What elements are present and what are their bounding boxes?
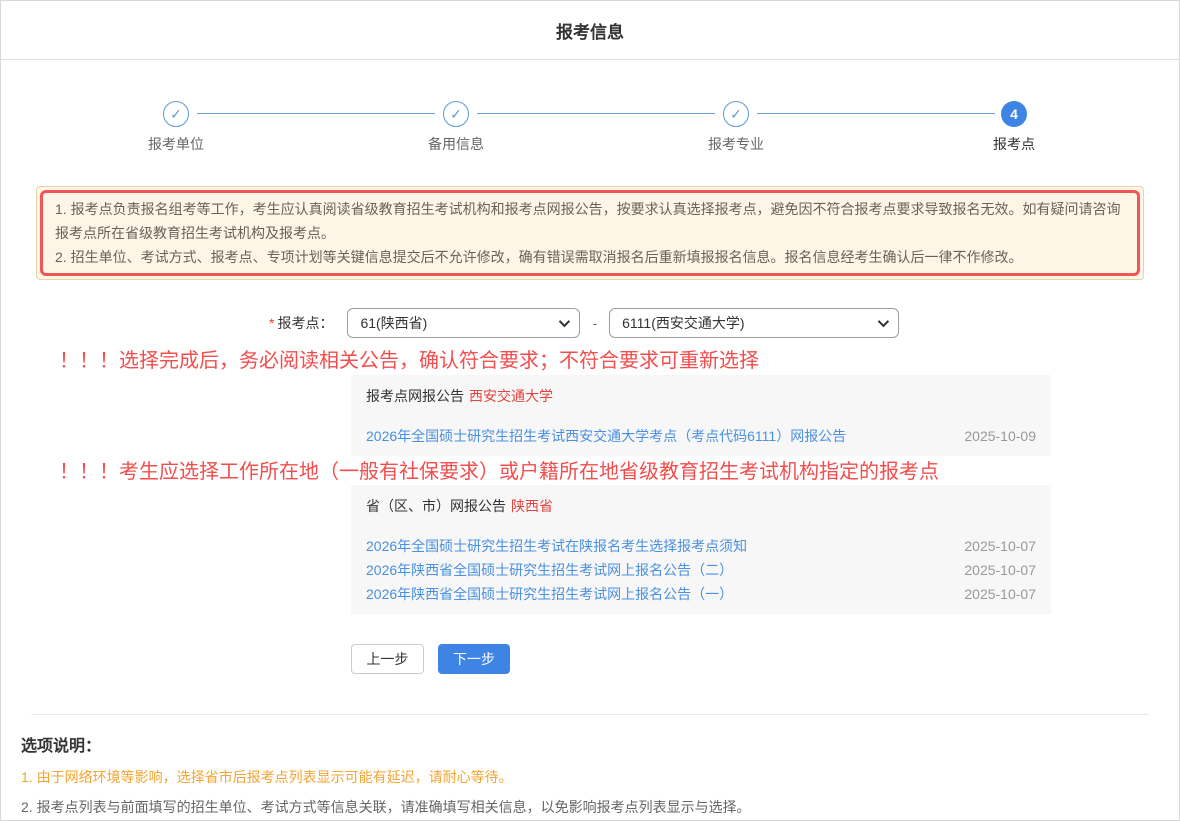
wizard-buttons: 上一步 下一步: [351, 644, 1179, 674]
exam-site-value: 6111(西安交通大学): [622, 313, 744, 333]
announcement-link[interactable]: 2026年全国硕士研究生招生考试西安交通大学考点（考点代码6111）网报公告: [366, 426, 846, 446]
step-2-circle: ✓: [443, 101, 469, 127]
step-3-circle: ✓: [723, 101, 749, 127]
required-mark: *: [269, 315, 274, 331]
select-separator: -: [592, 315, 597, 331]
province-announcement-panel: 省（区、市）网报公告 陕西省 2026年全国硕士研究生招生考试在陕报名考生选择报…: [351, 485, 1051, 614]
options-explanation-section: 选项说明： 1. 由于网络环境等影响，选择省市后报考点列表显示可能有延迟，请耐心…: [1, 715, 1179, 816]
wizard-stepper: ✓ ✓ ✓ 4 报考单位 备用信息 报考专业 报考点: [1, 101, 1179, 156]
notice-line-2: 2. 招生单位、考试方式、报考点、专项计划等关键信息提交后不允许修改，确有错误需…: [55, 245, 1125, 269]
exam-site-province-select[interactable]: 61(陕西省): [347, 308, 580, 338]
options-note-1: 1. 由于网络环境等影响，选择省市后报考点列表显示可能有延迟，请耐心等待。: [21, 768, 1159, 786]
check-icon: ✓: [450, 106, 462, 123]
announcement-date: 2025-10-07: [964, 586, 1036, 602]
step-label-application-major: 报考专业: [708, 134, 764, 154]
site-panel-header: 报考点网报公告 西安交通大学: [366, 384, 1036, 406]
step-connector-line: [757, 113, 995, 114]
page-header: 报考信息: [1, 1, 1179, 60]
site-panel-org: 西安交通大学: [469, 386, 553, 406]
announcement-date: 2025-10-07: [964, 538, 1036, 554]
step-label-application-unit: 报考单位: [148, 134, 204, 154]
exam-site-province-value: 61(陕西省): [360, 313, 427, 333]
announcement-link[interactable]: 2026年陕西省全国硕士研究生招生考试网上报名公告（一）: [366, 584, 733, 604]
exam-site-field-label: 报考点：: [277, 313, 333, 333]
warning-read-announcements: ！！！选择完成后，务必阅读相关公告，确认符合要求；不符合要求可重新选择: [59, 350, 1179, 373]
step-connector-line: [477, 113, 715, 114]
check-icon: ✓: [730, 106, 742, 123]
chevron-down-icon: [878, 316, 889, 327]
site-announcement-panel: 报考点网报公告 西安交通大学 2026年全国硕士研究生招生考试西安交通大学考点（…: [351, 375, 1051, 456]
step-4-number: 4: [1010, 106, 1018, 122]
step-label-backup-info: 备用信息: [428, 134, 484, 154]
notice-line-1: 1. 报考点负责报名组考等工作，考生应认真阅读省级教育招生考试机构和报考点网报公…: [55, 197, 1125, 245]
options-explanation-title: 选项说明：: [21, 732, 1159, 756]
announcement-row: 2026年陕西省全国硕士研究生招生考试网上报名公告（一） 2025-10-07: [366, 582, 1036, 606]
step-4-circle: 4: [1001, 101, 1027, 127]
exam-site-form-row: * 报考点： 61(陕西省) - 6111(西安交通大学): [269, 308, 1179, 338]
step-label-exam-site: 报考点: [993, 134, 1035, 154]
announcement-date: 2025-10-07: [964, 562, 1036, 578]
province-panel-header: 省（区、市）网报公告 陕西省: [366, 494, 1036, 516]
announcement-row: 2026年陕西省全国硕士研究生招生考试网上报名公告（二） 2025-10-07: [366, 558, 1036, 582]
province-panel-org: 陕西省: [511, 496, 553, 516]
check-icon: ✓: [170, 106, 182, 123]
important-notice-box: 1. 报考点负责报名组考等工作，考生应认真阅读省级教育招生考试机构和报考点网报公…: [36, 186, 1144, 280]
options-note-2: 2. 报考点列表与前面填写的招生单位、考试方式等信息关联，请准确填写相关信息，以…: [21, 798, 1159, 816]
announcement-row: 2026年全国硕士研究生招生考试西安交通大学考点（考点代码6111）网报公告 2…: [366, 424, 1036, 448]
step-1-circle: ✓: [163, 101, 189, 127]
important-notice-red-frame: 1. 报考点负责报名组考等工作，考生应认真阅读省级教育招生考试机构和报考点网报公…: [40, 190, 1140, 276]
announcement-link[interactable]: 2026年陕西省全国硕士研究生招生考试网上报名公告（二）: [366, 560, 733, 580]
exam-site-select[interactable]: 6111(西安交通大学): [609, 308, 899, 338]
step-connector-line: [197, 113, 435, 114]
chevron-down-icon: [559, 316, 570, 327]
site-panel-title: 报考点网报公告: [366, 386, 464, 406]
announcement-date: 2025-10-09: [964, 428, 1036, 444]
page-title: 报考信息: [556, 18, 624, 43]
next-step-button[interactable]: 下一步: [438, 644, 510, 674]
announcement-link[interactable]: 2026年全国硕士研究生招生考试在陕报名考生选择报考点须知: [366, 536, 747, 556]
warning-choose-correct-site: ！！！考生应选择工作所在地（一般有社保要求）或户籍所在地省级教育招生考试机构指定…: [59, 461, 1179, 484]
previous-step-button[interactable]: 上一步: [351, 644, 424, 674]
announcement-row: 2026年全国硕士研究生招生考试在陕报名考生选择报考点须知 2025-10-07: [366, 534, 1036, 558]
province-panel-title: 省（区、市）网报公告: [366, 496, 506, 516]
